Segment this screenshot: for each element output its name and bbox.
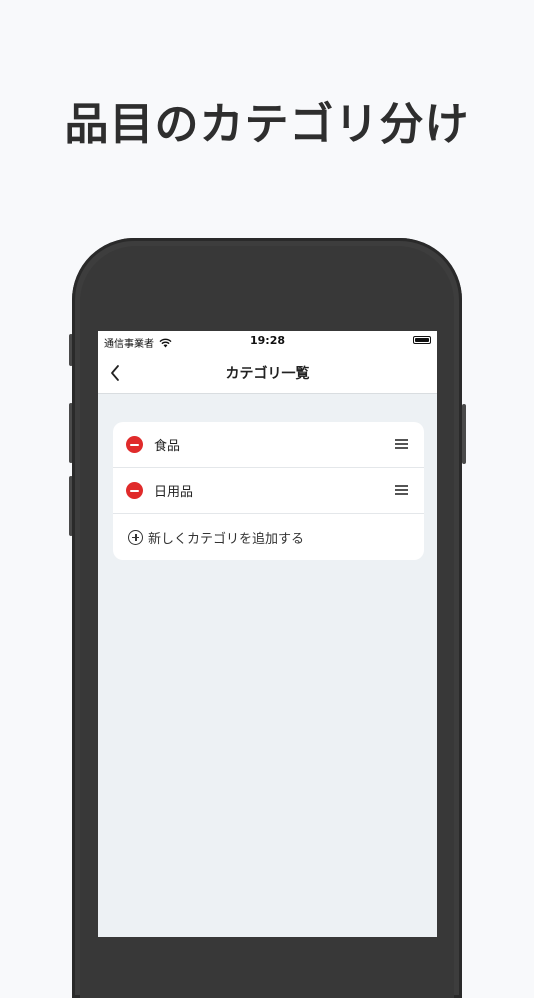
- category-list: 食品 日用品 新しくカテゴリを追加する: [113, 422, 424, 560]
- delete-icon[interactable]: [126, 482, 143, 499]
- list-item: 食品: [113, 422, 424, 468]
- add-circle-icon: [128, 529, 143, 545]
- status-bar: 通信事業者 19:28: [98, 331, 437, 353]
- add-category-button[interactable]: 新しくカテゴリを追加する: [113, 514, 424, 560]
- navigation-bar: カテゴリ一覧: [98, 353, 437, 394]
- add-category-label: 新しくカテゴリを追加する: [148, 531, 305, 547]
- delete-icon[interactable]: [126, 436, 143, 453]
- promo-headline: 品目のカテゴリ分け: [64, 99, 470, 150]
- drag-handle-icon[interactable]: [395, 485, 408, 495]
- status-time: 19:28: [249, 334, 285, 347]
- phone-screen: 通信事業者 19:28 カテゴリ一覧 食品 日用品 新しくカテゴリを追加する: [98, 331, 437, 937]
- category-label: 食品: [154, 439, 181, 454]
- battery-icon: [413, 336, 431, 344]
- list-item: 日用品: [113, 468, 424, 514]
- page-title: カテゴリ一覧: [225, 366, 310, 382]
- category-label: 日用品: [154, 485, 194, 500]
- drag-handle-icon[interactable]: [395, 439, 408, 449]
- power-button: [462, 404, 466, 464]
